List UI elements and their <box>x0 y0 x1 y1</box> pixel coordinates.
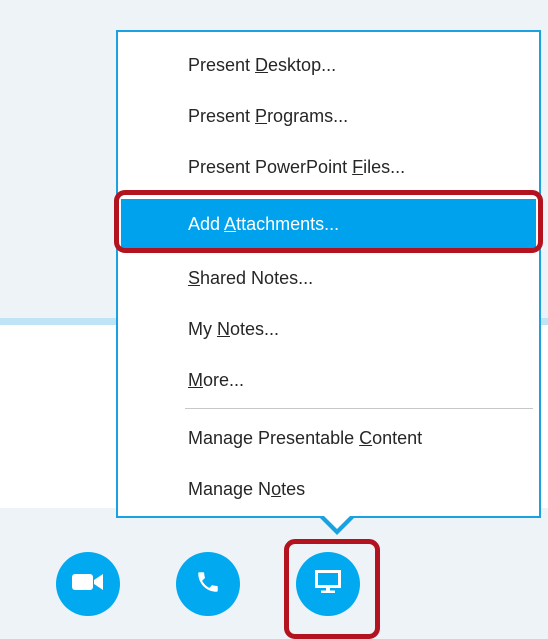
menu-item-present-powerpoint[interactable]: Present PowerPoint Files... <box>121 142 536 193</box>
monitor-icon <box>314 569 342 600</box>
menu-item-add-attachments[interactable]: Add Attachments... <box>121 199 536 250</box>
menu-item-present-desktop[interactable]: Present Desktop... <box>121 40 536 91</box>
menu-item-label: My Notes... <box>188 319 280 339</box>
video-camera-icon <box>71 571 105 598</box>
menu-pointer-fill <box>322 514 352 529</box>
menu-item-label: Present Programs... <box>188 106 349 126</box>
menu-item-label: Manage Presentable Content <box>188 428 423 448</box>
menu-item-label: Manage Notes <box>188 479 306 499</box>
menu-item-label: Add Attachments... <box>188 214 340 234</box>
video-button[interactable] <box>56 552 120 616</box>
phone-icon <box>195 569 221 600</box>
menu-item-label: More... <box>188 370 245 390</box>
present-button[interactable] <box>296 552 360 616</box>
menu-item-label: Shared Notes... <box>188 268 314 288</box>
menu-item-present-programs[interactable]: Present Programs... <box>121 91 536 142</box>
menu-item-more[interactable]: More... <box>121 355 536 406</box>
menu-item-label: Present Desktop... <box>188 55 337 75</box>
present-menu: Present Desktop... Present Programs... P… <box>116 30 541 518</box>
menu-item-manage-presentable-content[interactable]: Manage Presentable Content <box>121 413 536 464</box>
menu-item-label: Present PowerPoint Files... <box>188 157 406 177</box>
menu-item-my-notes[interactable]: My Notes... <box>121 304 536 355</box>
menu-item-manage-notes[interactable]: Manage Notes <box>121 464 536 515</box>
menu-item-shared-notes[interactable]: Shared Notes... <box>121 253 536 304</box>
call-button[interactable] <box>176 552 240 616</box>
menu-separator <box>185 408 533 409</box>
